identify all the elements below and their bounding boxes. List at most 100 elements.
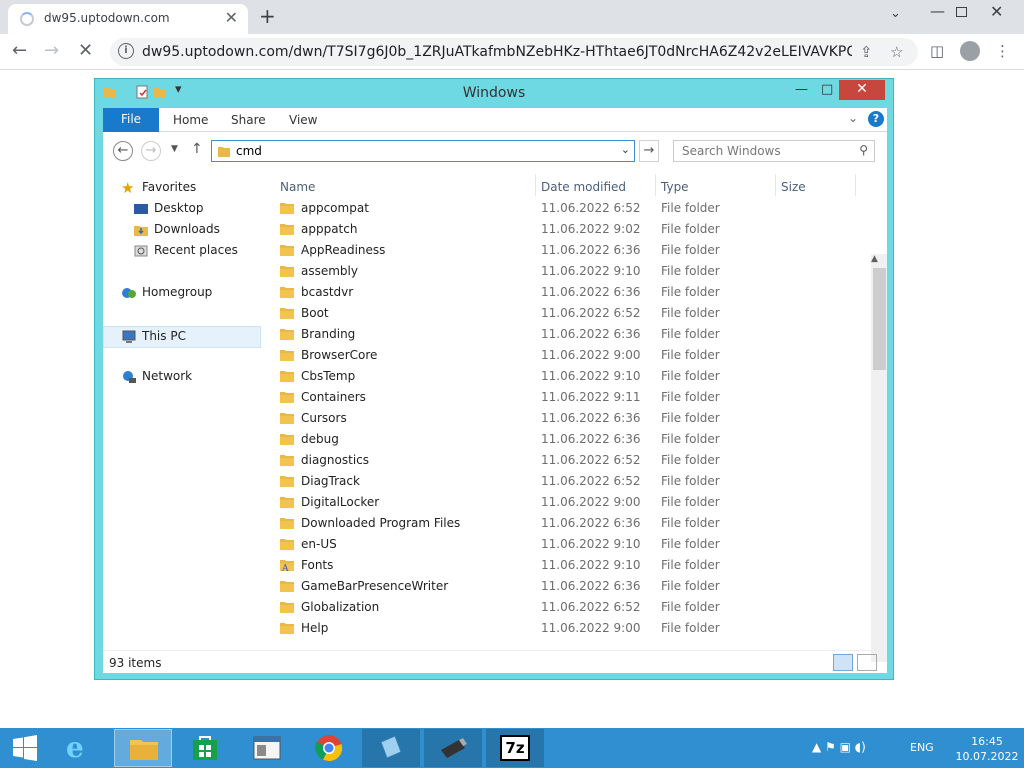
taskbar-file-explorer[interactable] — [114, 729, 172, 767]
fonts-folder-icon: A — [280, 559, 294, 574]
stop-loading-icon[interactable]: ✕ — [78, 40, 93, 61]
taskbar-store[interactable] — [176, 729, 234, 767]
file-date: 11.06.2022 6:52 — [541, 306, 641, 320]
file-type: File folder — [661, 537, 720, 551]
search-input[interactable]: Search Windows ⚲ — [673, 140, 875, 162]
new-tab-icon[interactable]: + — [259, 4, 276, 28]
sidebar-item-homegroup[interactable]: Homegroup — [121, 285, 212, 307]
column-header-size[interactable]: Size — [781, 180, 806, 194]
close-icon[interactable]: ✕ — [839, 80, 885, 100]
sidebar-item-network[interactable]: Network — [121, 369, 192, 391]
ribbon-expand-chevron-icon[interactable]: ⌄ — [848, 111, 858, 125]
search-icon[interactable]: ⚲ — [859, 143, 868, 157]
tab-view[interactable]: View — [289, 113, 317, 127]
table-row[interactable]: GameBarPresenceWriter 11.06.2022 6:36 File… — [273, 576, 865, 597]
sidebar-item-desktop[interactable]: Desktop — [133, 201, 204, 223]
site-info-icon[interactable]: i — [118, 43, 134, 59]
tab-home[interactable]: Home — [173, 113, 208, 127]
start-button[interactable] — [0, 729, 50, 767]
address-bar[interactable]: i dw95.uptodown.com/dwn/T7SI7g6J0b_1ZRJu… — [110, 38, 918, 66]
taskbar-ie[interactable]: e — [52, 729, 110, 767]
folder-icon — [280, 454, 294, 466]
window-close-icon[interactable]: ✕ — [990, 2, 1003, 21]
side-panel-icon[interactable]: ◫ — [930, 42, 944, 60]
scroll-up-icon[interactable]: ▲ — [871, 254, 878, 264]
column-divider[interactable] — [775, 174, 776, 196]
column-header-date[interactable]: Date modified — [541, 180, 626, 194]
file-name: DiagTrack — [301, 474, 360, 488]
table-row[interactable]: en-US 11.06.2022 9:10 File folder — [273, 534, 865, 555]
sidebar-item-downloads[interactable]: Downloads — [133, 222, 220, 244]
table-row[interactable]: bcastdvr 11.06.2022 6:36 File folder — [273, 282, 865, 303]
menu-kebab-icon[interactable]: ⋮ — [995, 42, 1010, 60]
table-row[interactable]: Globalization 11.06.2022 6:52 File folder — [273, 597, 865, 618]
table-row[interactable]: Boot 11.06.2022 6:52 File folder — [273, 303, 865, 324]
table-row[interactable]: A Fonts 11.06.2022 9:10 File folder — [273, 555, 865, 576]
large-icons-view-icon[interactable] — [857, 654, 877, 671]
table-row[interactable]: debug 11.06.2022 6:36 File folder — [273, 429, 865, 450]
column-header-type[interactable]: Type — [661, 180, 689, 194]
tab-share[interactable]: Share — [231, 113, 266, 127]
tab-close-icon[interactable]: ✕ — [225, 8, 238, 27]
table-row[interactable]: CbsTemp 11.06.2022 9:10 File folder — [273, 366, 865, 387]
profile-avatar[interactable] — [960, 41, 980, 61]
column-header-name[interactable]: Name — [280, 180, 315, 194]
chrome-icon — [315, 735, 343, 762]
tab-title: dw95.uptodown.com — [44, 11, 170, 25]
table-row[interactable]: Branding 11.06.2022 6:36 File folder — [273, 324, 865, 345]
table-row[interactable]: Downloaded Program Files 11.06.2022 6:36 F… — [273, 513, 865, 534]
file-type: File folder — [661, 432, 720, 446]
language-indicator[interactable]: ENG — [910, 741, 934, 754]
clock[interactable]: 16:45 10.07.2022 — [952, 734, 1022, 764]
back-button-icon[interactable]: ← — [113, 141, 133, 161]
scrollbar-thumb[interactable] — [873, 268, 886, 370]
tab-search-chevron-icon[interactable]: ⌄ — [890, 6, 901, 21]
table-row[interactable]: DiagTrack 11.06.2022 6:52 File folder — [273, 471, 865, 492]
maximize-icon[interactable]: □ — [821, 82, 833, 97]
column-divider[interactable] — [655, 174, 656, 196]
url-text[interactable]: dw95.uptodown.com/dwn/T7SI7g6J0b_1ZRJuAT… — [142, 44, 852, 60]
taskbar-app-2[interactable] — [362, 729, 420, 767]
bookmark-star-icon[interactable]: ☆ — [890, 43, 903, 61]
browser-tab[interactable]: dw95.uptodown.com ✕ — [8, 4, 248, 34]
table-row[interactable]: assembly 11.06.2022 9:10 File folder — [273, 261, 865, 282]
minimize-icon[interactable]: — — [795, 82, 808, 97]
address-input[interactable]: cmd ⌄ — [211, 140, 635, 162]
tab-file[interactable]: File — [103, 108, 159, 132]
window-minimize-icon[interactable]: — — [930, 2, 945, 20]
sidebar-item-recent[interactable]: Recent places — [133, 243, 238, 265]
details-view-icon[interactable] — [833, 654, 853, 671]
taskbar-7zip[interactable]: 7z — [486, 729, 544, 767]
share-icon[interactable]: ⇪ — [860, 43, 873, 61]
table-row[interactable]: Containers 11.06.2022 9:11 File folder — [273, 387, 865, 408]
forward-arrow-icon[interactable]: → — [44, 40, 59, 61]
window-restore-icon[interactable] — [956, 7, 967, 17]
table-row[interactable]: Cursors 11.06.2022 6:36 File folder — [273, 408, 865, 429]
recent-locations-icon[interactable]: ▼ — [171, 144, 178, 154]
table-row[interactable]: appcompat 11.06.2022 6:52 File folder — [273, 198, 865, 219]
column-divider[interactable] — [855, 174, 856, 196]
taskbar-app[interactable] — [238, 729, 296, 767]
back-arrow-icon[interactable]: ← — [12, 40, 27, 61]
table-row[interactable]: diagnostics 11.06.2022 6:52 File folder — [273, 450, 865, 471]
address-value[interactable]: cmd — [236, 144, 262, 158]
table-row[interactable]: DigitalLocker 11.06.2022 9:00 File folder — [273, 492, 865, 513]
browser-toolbar: ← → ✕ i dw95.uptodown.com/dwn/T7SI7g6J0b… — [0, 34, 1024, 70]
sidebar-item-thispc[interactable]: This PC — [103, 326, 261, 348]
sidebar-item-favorites[interactable]: ★ Favorites — [121, 180, 196, 202]
table-row[interactable]: apppatch 11.06.2022 9:02 File folder — [273, 219, 865, 240]
help-icon[interactable]: ? — [868, 111, 884, 127]
homegroup-icon — [122, 287, 136, 298]
taskbar-usb-tool[interactable] — [424, 729, 482, 767]
file-name: Containers — [301, 390, 366, 404]
taskbar-chrome[interactable] — [300, 729, 358, 767]
column-divider[interactable] — [535, 174, 536, 196]
up-arrow-icon[interactable]: ↑ — [191, 141, 203, 157]
table-row[interactable]: Help 11.06.2022 9:00 File folder — [273, 618, 865, 639]
go-arrow-icon[interactable]: → — [639, 140, 659, 162]
forward-button-icon[interactable]: → — [141, 141, 161, 161]
table-row[interactable]: AppReadiness 11.06.2022 6:36 File folder — [273, 240, 865, 261]
system-tray-icons[interactable]: ▲ ⚑ ▣ ◖) — [812, 740, 866, 754]
address-dropdown-icon[interactable]: ⌄ — [621, 143, 630, 156]
table-row[interactable]: BrowserCore 11.06.2022 9:00 File folder — [273, 345, 865, 366]
